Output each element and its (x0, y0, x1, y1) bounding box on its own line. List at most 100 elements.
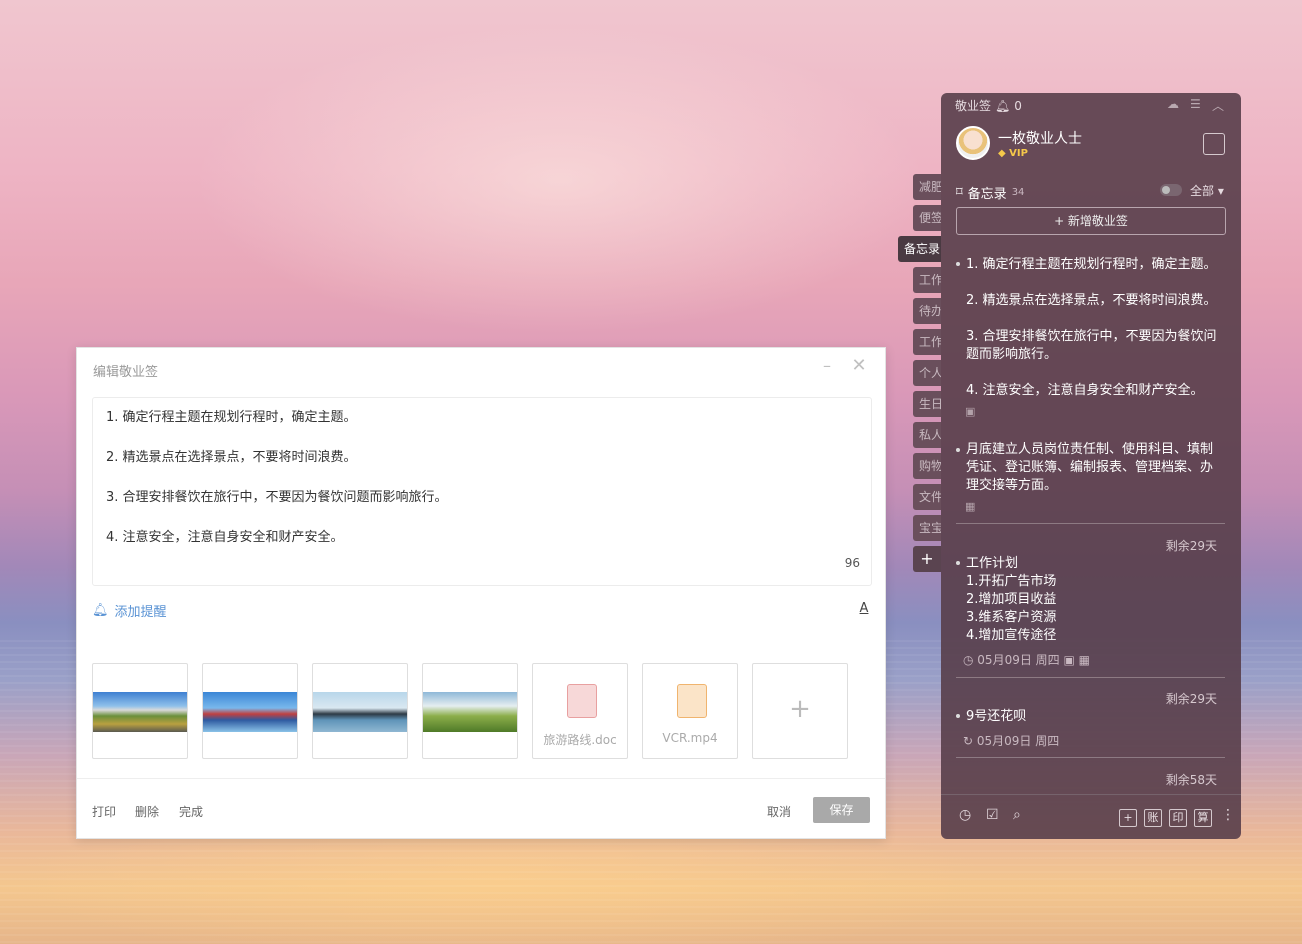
todo-check-icon[interactable]: ☑ (986, 807, 999, 823)
bell-icon: 🔔︎ (92, 603, 109, 618)
note-date: ↻ 05月09日 周四 (963, 734, 1060, 748)
delete-button[interactable]: 删除 (135, 803, 159, 820)
clock-icon[interactable]: ◷ (959, 807, 971, 823)
app-name: 敬业签 (955, 99, 992, 113)
note-line: 题而影响旅行。 (966, 347, 1058, 362)
collapse-icon[interactable]: ︿ (1212, 97, 1224, 114)
bookmark-icon: ⌑ (956, 185, 963, 200)
note-bullet (956, 714, 960, 718)
print-button[interactable]: 打印 (92, 803, 116, 820)
new-note-button[interactable]: + 新增敬业签 (956, 207, 1226, 235)
filter-dropdown[interactable]: 全部 ▾ (1190, 182, 1224, 199)
add-attachment-button[interactable]: + (752, 663, 848, 759)
editor-line: 1. 确定行程主题在规划行程时，确定主题。 (106, 410, 357, 425)
calendar-icon[interactable] (1203, 133, 1225, 155)
edit-note-dialog: 编辑敬业签 – ✕ 1. 确定行程主题在规划行程时，确定主题。 2. 精选景点在… (76, 347, 886, 839)
cloud-sync-icon[interactable]: ☁ (1167, 97, 1179, 111)
tab-category[interactable]: 文件 (913, 484, 941, 510)
filter-label: 全部 (1190, 184, 1215, 198)
tab-memo[interactable]: 备忘录 (898, 236, 941, 262)
bell-count: 0 (1014, 98, 1022, 113)
tab-category[interactable]: 宝宝 (913, 515, 941, 541)
days-remaining: 剩余58天 (1165, 773, 1217, 787)
note-bullet (956, 448, 960, 452)
note-line: 3.维系客户资源 (966, 610, 1057, 625)
print-icon[interactable]: 印 (1169, 809, 1187, 827)
minimize-button[interactable]: – (819, 356, 835, 376)
ledger-icon[interactable]: 账 (1144, 809, 1162, 827)
grid-icon: ▦ (965, 500, 976, 513)
editor-line: 4. 注意安全，注意自身安全和财产安全。 (106, 530, 344, 545)
document-icon (567, 684, 597, 718)
tab-category[interactable]: 生日 (913, 391, 941, 417)
view-toggle[interactable] (1160, 184, 1182, 196)
note-line: 2. 精选景点在选择景点，不要将时间浪费。 (966, 293, 1217, 308)
note-line: 工作计划 (966, 556, 1019, 571)
note-line: 3. 合理安排餐饮在旅行中，不要因为餐饮问 (966, 329, 1217, 344)
avatar[interactable] (956, 126, 990, 160)
cancel-button[interactable]: 取消 (767, 803, 791, 820)
add-reminder-link[interactable]: 🔔︎ 添加提醒 (92, 601, 167, 620)
image-attachment-boats[interactable] (312, 663, 408, 759)
note-text-editor[interactable]: 1. 确定行程主题在规划行程时，确定主题。 2. 精选景点在选择景点，不要将时间… (92, 397, 872, 586)
widget-header: 敬业签 🔔︎ 0 (955, 97, 1022, 114)
days-remaining: 剩余29天 (1165, 539, 1217, 553)
more-icon[interactable]: ⋮ (1221, 807, 1235, 823)
bell-icon[interactable]: 🔔︎ (995, 99, 1010, 113)
file-attachment-video[interactable]: VCR.mp4 (642, 663, 738, 759)
editor-line: 2. 精选景点在选择景点，不要将时间浪费。 (106, 450, 357, 465)
char-counter: 96 (844, 556, 860, 570)
note-bullet (956, 262, 960, 266)
note-line: 理交接等方面。 (966, 478, 1058, 493)
done-button[interactable]: 完成 (179, 803, 203, 820)
vip-badge: ◆ VIP (998, 148, 1028, 159)
add-note-icon[interactable]: + (1119, 809, 1137, 827)
tab-category[interactable]: 工作 (913, 329, 941, 355)
note-item[interactable]: 9号还花呗 (966, 708, 1221, 726)
tab-category[interactable]: 工作 (913, 267, 941, 293)
image-attachment-group-photo[interactable] (202, 663, 298, 759)
note-line: 4. 注意安全，注意自身安全和财产安全。 (966, 383, 1204, 398)
user-name: 一枚敬业人士 (998, 131, 1082, 147)
image-attachment-mountain-road[interactable] (92, 663, 188, 759)
tab-category[interactable]: 减肥 (913, 174, 941, 200)
note-item[interactable]: 1. 确定行程主题在规划行程时，确定主题。 2. 精选景点在选择景点，不要将时间… (966, 256, 1221, 400)
note-line: 9号还花呗 (966, 709, 1027, 724)
close-button[interactable]: ✕ (849, 356, 869, 376)
note-item[interactable]: 工作计划 1.开拓广告市场 2.增加项目收益 3.维系客户资源 4.增加宣传途径 (966, 555, 1221, 645)
dialog-title: 编辑敬业签 (93, 365, 159, 380)
plus-icon: + (789, 694, 811, 724)
tab-category[interactable]: 便签 (913, 205, 941, 231)
date-text: 05月09日 周四 (976, 734, 1060, 748)
memo-section-header: ⌑ 备忘录 34 (956, 183, 1024, 202)
note-line: 4.增加宣传途径 (966, 628, 1057, 643)
note-item[interactable]: 月底建立人员岗位责任制、使用科目、填制 凭证、登记账簿、编制报表、管理档案、办 … (966, 441, 1221, 495)
widget-footer: ◷ ☑ ⌕ + 账 印 算 ⋮ (941, 794, 1241, 839)
note-divider (956, 523, 1225, 524)
search-icon[interactable]: ⌕ (1013, 807, 1021, 823)
tab-category[interactable]: 待办 (913, 298, 941, 324)
section-title: 备忘录 (967, 187, 1007, 202)
tab-category[interactable]: 私人 (913, 422, 941, 448)
save-button[interactable]: 保存 (813, 797, 870, 823)
note-line: 1. 确定行程主题在规划行程时，确定主题。 (966, 257, 1217, 272)
vip-label: VIP (1009, 148, 1028, 159)
font-format-icon[interactable]: A (856, 601, 872, 619)
tab-category[interactable]: 个人 (913, 360, 941, 386)
tab-category[interactable]: 购物 (913, 453, 941, 479)
file-attachment-doc[interactable]: 旅游路线.doc (532, 663, 628, 759)
notes-widget: 敬业签 🔔︎ 0 ☁ ☰ ︿ 一枚敬业人士 ◆ VIP ⌑ 备忘录 34 全部 … (941, 93, 1241, 839)
note-bullet (956, 561, 960, 565)
note-line: 1.开拓广告市场 (966, 574, 1057, 589)
note-divider (956, 757, 1225, 758)
note-line: 2.增加项目收益 (966, 592, 1057, 607)
calculator-icon[interactable]: 算 (1194, 809, 1212, 827)
note-divider (956, 677, 1225, 678)
add-category-button[interactable]: + (913, 546, 941, 572)
note-line: 凭证、登记账簿、编制报表、管理档案、办 (966, 460, 1214, 475)
days-remaining: 剩余29天 (1165, 692, 1217, 706)
menu-icon[interactable]: ☰ (1190, 97, 1201, 111)
file-name: VCR.mp4 (662, 731, 718, 745)
video-file-icon (677, 684, 707, 718)
image-attachment-meadow[interactable] (422, 663, 518, 759)
